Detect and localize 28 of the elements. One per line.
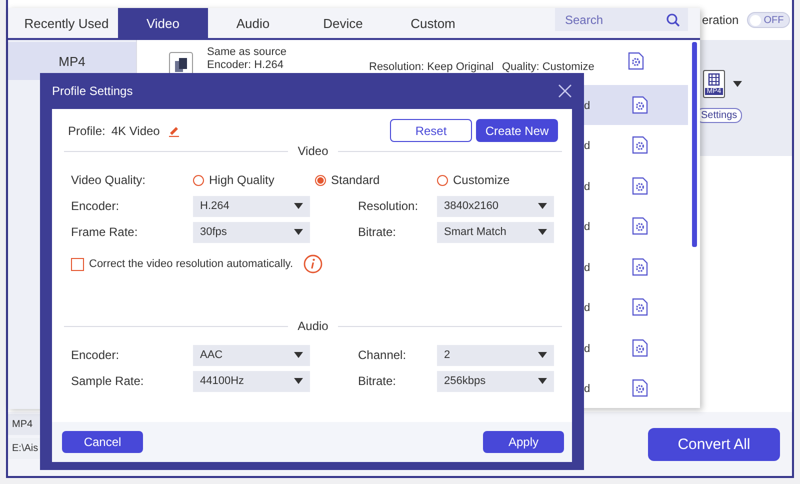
profile-quality: d: [584, 180, 590, 193]
field-label: Resolution:: [358, 199, 420, 213]
profile-label: Profile:: [68, 124, 106, 138]
profile-quality: d: [584, 100, 590, 112]
profile-name: 4K Video: [111, 124, 160, 138]
profile-quality: d: [584, 302, 590, 314]
field-label: Sample Rate:: [71, 374, 145, 388]
field-label: Encoder:: [71, 199, 120, 213]
profile-quality: d: [584, 342, 590, 355]
field-label: Bitrate:: [358, 225, 398, 239]
field-label: Bitrate:: [358, 374, 398, 388]
profile-quality: Quality: Customize: [502, 61, 594, 73]
field-label: Video Quality:: [71, 173, 146, 187]
field-label: Encoder:: [71, 348, 120, 362]
toggle-label: eration: [702, 13, 739, 27]
profile-encoder: Encoder: H.264: [207, 59, 284, 71]
profile-quality: d: [584, 383, 590, 396]
profile-quality: d: [584, 140, 590, 152]
section-title: Video: [298, 144, 328, 158]
field-label: Channel:: [358, 348, 408, 362]
profile-resolution: Resolution: Keep Original: [369, 61, 494, 73]
checkbox-label: Correct the video resolution automatically.: [89, 258, 294, 270]
profile-quality: d: [584, 262, 590, 274]
section-title: Audio: [298, 319, 328, 333]
profile-quality: d: [584, 221, 590, 234]
profile-title: Same as source: [207, 46, 288, 58]
field-label: Frame Rate:: [71, 225, 139, 239]
dialog-title: Profile Settings: [52, 84, 133, 98]
